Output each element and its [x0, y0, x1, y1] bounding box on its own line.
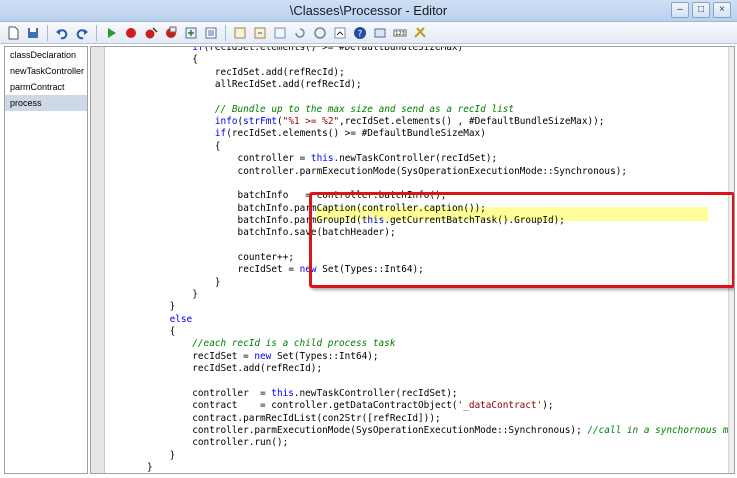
code-line[interactable]: else	[170, 314, 193, 326]
compile-icon[interactable]	[162, 24, 180, 42]
toolbar-separator	[96, 24, 97, 41]
replace-icon[interactable]	[231, 24, 249, 42]
code-line[interactable]: contract.parmRecIdList(con2Str([refRecId…	[192, 413, 440, 425]
code-line[interactable]: }	[215, 277, 221, 289]
method-item-process[interactable]: process	[5, 95, 87, 111]
maximize-button[interactable]: □	[692, 2, 710, 18]
code-line[interactable]: batchInfo = controller.batchInfo();	[238, 190, 447, 202]
code-line[interactable]: controller = this.newTaskController(recI…	[238, 153, 498, 165]
tools-icon[interactable]	[411, 24, 429, 42]
code-line[interactable]: }	[170, 450, 176, 462]
goto-icon[interactable]	[251, 24, 269, 42]
code-line[interactable]: batchInfo.parmGroupId(this.getCurrentBat…	[238, 215, 565, 227]
script-icon[interactable]	[371, 24, 389, 42]
code-line[interactable]: {	[192, 54, 198, 66]
code-line[interactable]: batchInfo.save(batchHeader);	[238, 227, 396, 239]
code-line[interactable]: recIdSet = new Set(Types::Int64);	[238, 264, 424, 276]
window-title: \Classes\Processor - Editor	[289, 3, 448, 18]
method-list: classDeclaration newTaskController parmC…	[4, 46, 88, 474]
redo-icon[interactable]	[73, 24, 91, 42]
breakpoint-icon[interactable]	[122, 24, 140, 42]
window-controls: – □ ×	[671, 2, 731, 18]
toolbar-separator	[47, 24, 48, 41]
method-item-classdeclaration[interactable]: classDeclaration	[5, 47, 87, 63]
code-line[interactable]: controller.parmExecutionMode(SysOperatio…	[238, 166, 627, 178]
help-icon[interactable]: ?	[351, 24, 369, 42]
comment-icon[interactable]	[271, 24, 289, 42]
code-line[interactable]: info(strFmt("%1 >= %2",recIdSet.elements…	[215, 116, 605, 128]
code-line[interactable]: controller.run();	[192, 437, 288, 449]
find-icon[interactable]	[202, 24, 220, 42]
code-line[interactable]: //each recId is a child process task	[192, 338, 395, 350]
undo-icon[interactable]	[53, 24, 71, 42]
close-button[interactable]: ×	[713, 2, 731, 18]
indent-icon[interactable]	[311, 24, 329, 42]
code-line[interactable]: allRecIdSet.add(refRecId);	[215, 79, 362, 91]
code-line[interactable]: if(recIdSet.elements() >= #DefaultBundle…	[215, 128, 486, 140]
code-line[interactable]: }	[192, 289, 198, 301]
vertical-scrollbar[interactable]	[728, 47, 734, 473]
number-icon[interactable]: 123	[391, 24, 409, 42]
code-line[interactable]: counter++;	[238, 252, 294, 264]
code-line[interactable]: controller.parmExecutionMode(SysOperatio…	[192, 425, 734, 437]
editor-gutter	[91, 47, 105, 473]
title-bar: \Classes\Processor - Editor – □ ×	[0, 0, 737, 22]
code-line[interactable]: recIdSet = new Set(Types::Int64);	[192, 351, 378, 363]
method-item-newtaskcontroller[interactable]: newTaskController	[5, 63, 87, 79]
code-line[interactable]: contract = controller.getDataContractObj…	[192, 400, 553, 412]
minimize-button[interactable]: –	[671, 2, 689, 18]
code-line[interactable]: {	[215, 141, 221, 153]
code-line[interactable]: recIdSet.add(refRecId);	[215, 67, 345, 79]
lookup-icon[interactable]	[182, 24, 200, 42]
svg-text:?: ?	[358, 29, 363, 39]
code-line[interactable]: recIdSet.add(refRecId);	[192, 363, 322, 375]
new-icon[interactable]	[4, 24, 22, 42]
method-item-parmcontract[interactable]: parmContract	[5, 79, 87, 95]
code-line[interactable]: if(recIdSet.elements() >= #DefaultBundle…	[192, 47, 463, 54]
code-line[interactable]: controller = this.newTaskController(recI…	[192, 388, 457, 400]
svg-text:123: 123	[395, 31, 405, 37]
toolbar: ? 123	[0, 22, 737, 44]
run-icon[interactable]	[102, 24, 120, 42]
toolbar-separator	[225, 24, 226, 41]
code-editor[interactable]: if(recIdSet.elements() >= #DefaultBundle…	[90, 46, 735, 474]
code-line[interactable]: }	[147, 462, 153, 473]
code-line[interactable]: // Bundle up to the max size and send as…	[215, 104, 514, 116]
code-line[interactable]: {	[170, 326, 176, 338]
remove-breakpoints-icon[interactable]	[142, 24, 160, 42]
outdent-icon[interactable]	[331, 24, 349, 42]
code-line[interactable]: }	[170, 301, 176, 313]
save-icon[interactable]	[24, 24, 42, 42]
code-line[interactable]: batchInfo.parmCaption(controller.caption…	[238, 203, 486, 215]
uncomment-icon[interactable]	[291, 24, 309, 42]
